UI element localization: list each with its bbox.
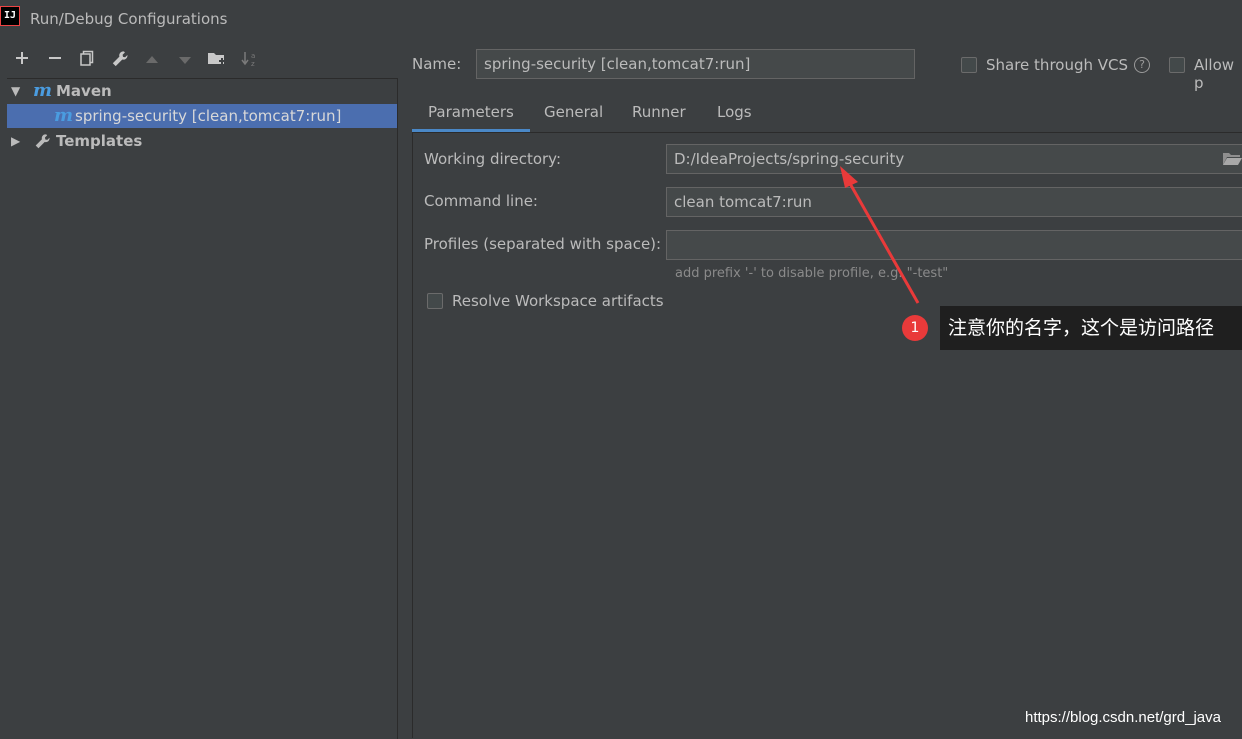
tree-node-maven-label: Maven bbox=[56, 82, 112, 100]
add-configuration-button[interactable] bbox=[11, 50, 33, 72]
configuration-tree[interactable]: ▼ m Maven m spring-security [clean,tomca… bbox=[7, 78, 398, 739]
working-directory-label: Working directory: bbox=[424, 150, 562, 168]
name-input[interactable]: spring-security [clean,tomcat7:run] bbox=[476, 49, 915, 79]
resolve-workspace-checkbox[interactable] bbox=[427, 293, 443, 309]
minus-icon bbox=[49, 57, 61, 59]
new-folder-button[interactable] bbox=[206, 50, 228, 72]
wrench-icon bbox=[34, 133, 52, 151]
plus-icon bbox=[16, 52, 28, 64]
command-line-input[interactable]: clean tomcat7:run bbox=[666, 187, 1242, 217]
edit-defaults-button[interactable] bbox=[109, 50, 131, 72]
tab-runner[interactable]: Runner bbox=[616, 94, 702, 132]
maven-icon: m bbox=[54, 105, 74, 126]
arrow-down-icon bbox=[179, 57, 191, 64]
name-label: Name: bbox=[412, 55, 462, 73]
tab-general[interactable]: General bbox=[528, 94, 619, 132]
move-up-button[interactable] bbox=[141, 50, 163, 72]
profiles-label: Profiles (separated with space): bbox=[424, 235, 662, 253]
svg-text:a: a bbox=[251, 52, 255, 60]
sort-button[interactable]: az bbox=[239, 50, 261, 72]
command-line-label: Command line: bbox=[424, 192, 538, 210]
tree-node-spring-security[interactable]: m spring-security [clean,tomcat7:run] bbox=[7, 104, 397, 128]
working-directory-input[interactable]: D:/IdeaProjects/spring-security bbox=[666, 144, 1242, 174]
tree-node-config-label: spring-security [clean,tomcat7:run] bbox=[75, 107, 342, 125]
tree-node-templates[interactable]: ▶ Templates bbox=[7, 129, 397, 153]
annotation-callout: 注意你的名字，这个是访问路径 bbox=[940, 306, 1242, 350]
copy-configuration-button[interactable] bbox=[76, 50, 98, 72]
new-folder-icon bbox=[208, 53, 225, 64]
tree-node-templates-label: Templates bbox=[56, 132, 143, 150]
wrench-icon bbox=[112, 51, 128, 67]
window-title: Run/Debug Configurations bbox=[30, 10, 228, 28]
resolve-workspace-label: Resolve Workspace artifacts bbox=[452, 292, 664, 310]
help-icon[interactable]: ? bbox=[1134, 57, 1150, 73]
tab-logs[interactable]: Logs bbox=[701, 94, 768, 132]
move-down-button[interactable] bbox=[174, 50, 196, 72]
tab-parameters[interactable]: Parameters bbox=[412, 94, 530, 132]
watermark: https://blog.csdn.net/grd_java bbox=[1025, 709, 1221, 726]
annotation-badge: 1 bbox=[902, 315, 928, 341]
copy-icon bbox=[80, 50, 94, 66]
maven-icon: m bbox=[33, 80, 53, 101]
tab-strip: Parameters General Runner Logs bbox=[412, 94, 1242, 133]
allow-parallel-label: Allow p bbox=[1194, 56, 1235, 92]
allow-parallel-checkbox[interactable] bbox=[1169, 57, 1185, 73]
expand-arrow-icon[interactable]: ▼ bbox=[11, 79, 20, 103]
folder-open-icon[interactable] bbox=[1222, 152, 1242, 166]
share-vcs-label: Share through VCS bbox=[986, 56, 1129, 74]
share-vcs-checkbox[interactable] bbox=[961, 57, 977, 73]
annotation-arrow bbox=[840, 166, 920, 304]
svg-text:z: z bbox=[251, 60, 255, 68]
arrow-up-icon bbox=[146, 56, 158, 63]
collapse-arrow-icon[interactable]: ▶ bbox=[11, 129, 20, 153]
profiles-input[interactable] bbox=[666, 230, 1242, 260]
sort-icon: az bbox=[241, 52, 255, 68]
tree-node-maven[interactable]: ▼ m Maven bbox=[7, 79, 397, 103]
title-bar: IJ Run/Debug Configurations bbox=[0, 0, 1242, 38]
remove-configuration-button[interactable] bbox=[44, 50, 66, 72]
intellij-app-icon: IJ bbox=[0, 6, 20, 26]
